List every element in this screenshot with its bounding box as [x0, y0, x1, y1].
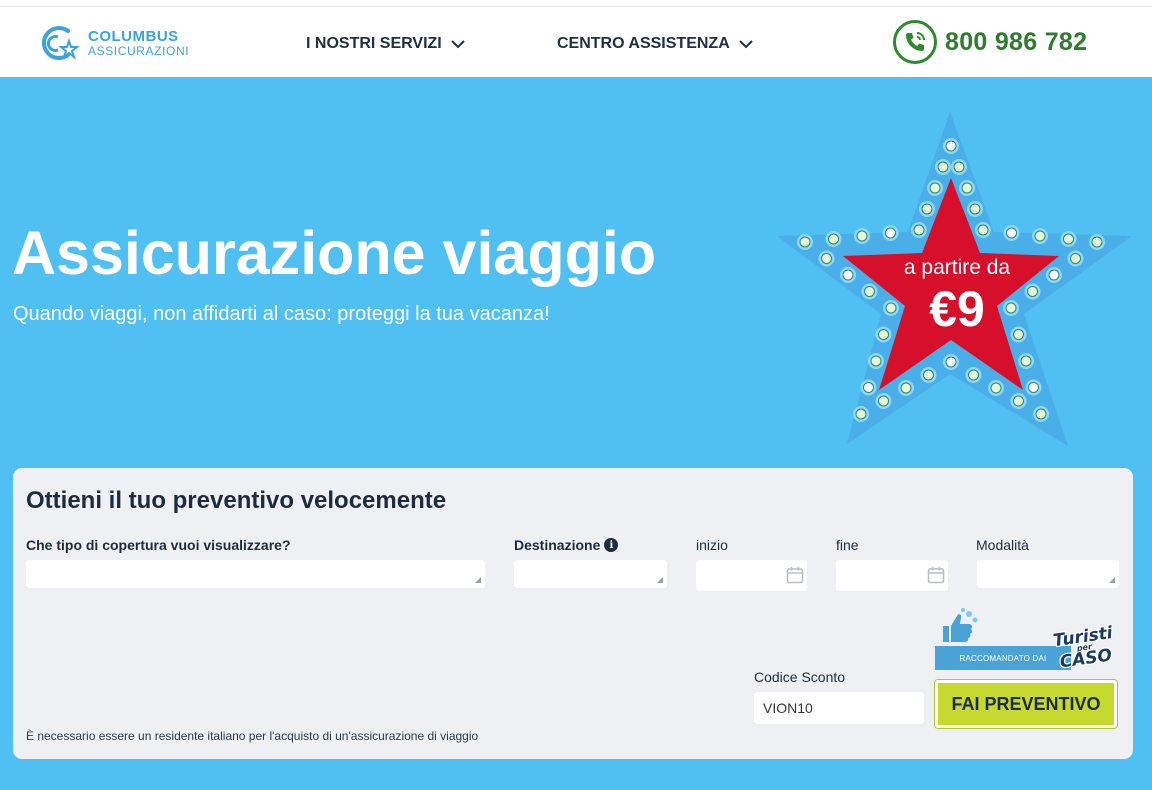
star-bulb — [855, 408, 867, 420]
star-bulb — [945, 140, 957, 152]
star-bulb — [990, 382, 1002, 394]
columbus-logo[interactable]: COLUMBUS ASSICURAZIONI — [36, 21, 206, 65]
resize-handle-icon — [475, 577, 481, 583]
calendar-icon[interactable] — [786, 566, 804, 584]
star-label: a partire da — [903, 256, 1011, 279]
star-bulb — [1070, 253, 1081, 264]
star-bulb — [821, 253, 832, 264]
star-bulb — [968, 369, 979, 381]
star-bulb — [828, 233, 839, 245]
quote-form-panel: Ottieni il tuo preventivo velocemente Ch… — [13, 468, 1133, 759]
star-bulb — [937, 161, 949, 173]
coverage-label: Che tipo di copertura vuoi visualizzare? — [26, 537, 291, 553]
star-bulb — [1006, 227, 1017, 239]
star-bulb — [878, 395, 889, 407]
star-bulb — [977, 224, 989, 236]
columbus-logo-icon — [42, 26, 80, 60]
star-bulb — [1063, 233, 1074, 245]
mode-label: Modalità — [976, 537, 1029, 553]
star-bulb — [885, 227, 896, 239]
hero-subtitle: Quando viaggi, non affidarti al caso: pr… — [13, 303, 550, 325]
get-quote-button[interactable]: FAI PREVENTIVO — [935, 680, 1117, 728]
page-title: Assicurazione viaggio — [12, 219, 657, 287]
star-bulb — [1020, 355, 1032, 367]
star-bulb — [913, 224, 925, 236]
star-bulb — [863, 382, 874, 393]
star-bulb — [856, 230, 868, 242]
phone-number: 800 986 782 — [945, 27, 1088, 56]
logo-subtitle: ASSICURAZIONI — [88, 44, 190, 58]
resize-handle-icon — [657, 577, 663, 583]
residency-disclaimer: È necessario essere un residente italian… — [26, 729, 479, 743]
star-bulb — [842, 269, 854, 281]
calendar-icon[interactable] — [927, 566, 945, 584]
resize-handle-icon — [1109, 577, 1115, 583]
phone-link[interactable]: 800 986 782 — [893, 19, 1087, 65]
recommended-badge: RACCOMANDATO DAI Turisti per CASO — [935, 600, 1121, 678]
star-bulb — [799, 236, 811, 248]
star-bulb — [969, 203, 981, 215]
chevron-down-icon — [739, 39, 753, 48]
star-bulb — [1034, 230, 1046, 242]
star-bulb — [923, 369, 934, 381]
thumbs-up-icon — [943, 608, 978, 642]
discount-code-label: Codice Sconto — [754, 669, 846, 685]
form-title: Ottieni il tuo preventivo velocemente — [26, 487, 447, 514]
star-bulb — [870, 355, 882, 367]
coverage-select[interactable] — [26, 560, 485, 588]
top-strip — [0, 0, 1152, 7]
nav-our-services-label: I NOSTRI SERVIZI — [306, 35, 442, 52]
destination-label-text: Destinazione — [514, 537, 601, 553]
star-bulb — [900, 382, 912, 394]
turisti-per-caso-logo: Turisti per CASO — [1048, 623, 1121, 678]
info-icon[interactable]: i — [604, 538, 619, 552]
star-bulb — [945, 356, 957, 368]
start-date-label: inizio — [696, 537, 728, 553]
end-date-input[interactable] — [836, 560, 948, 591]
nav-our-services[interactable]: I NOSTRI SERVIZI — [306, 33, 465, 55]
destination-label: Destinazione i — [514, 537, 619, 553]
nav-help-center[interactable]: CENTRO ASSISTENZA — [557, 33, 753, 55]
star-bulb — [1091, 236, 1103, 248]
star-bulb — [921, 203, 933, 215]
star-bulb — [864, 286, 875, 297]
chevron-down-icon — [451, 39, 465, 48]
star-bulb — [929, 182, 941, 194]
phone-icon — [893, 20, 937, 64]
logo-name: COLUMBUS — [88, 28, 179, 45]
price-star: a partire da €9 — [775, 108, 1139, 452]
mode-select[interactable] — [977, 560, 1119, 588]
site-header: COLUMBUS ASSICURAZIONI I NOSTRI SERVIZI … — [0, 7, 1152, 77]
nav-help-center-label: CENTRO ASSISTENZA — [557, 35, 730, 52]
star-bulb — [1028, 382, 1039, 393]
star-bulb — [1013, 395, 1024, 407]
destination-select[interactable] — [514, 560, 667, 588]
star-price: €9 — [929, 281, 985, 337]
star-bulb — [953, 161, 965, 173]
start-date-input[interactable] — [696, 560, 807, 591]
star-bulb — [1048, 269, 1060, 281]
discount-code-input[interactable] — [754, 692, 924, 724]
star-bulb — [1035, 408, 1047, 420]
end-date-label: fine — [836, 537, 859, 553]
star-bulb — [961, 182, 973, 194]
